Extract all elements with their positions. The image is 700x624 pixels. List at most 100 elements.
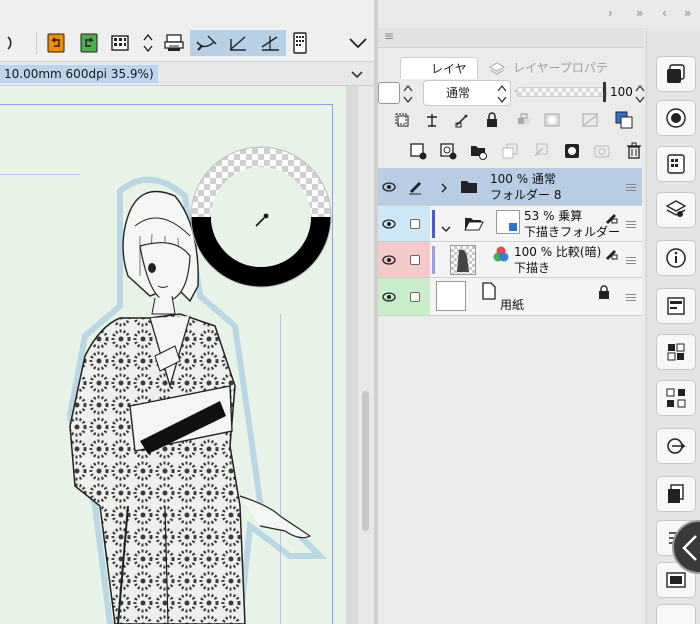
edit-target-icon[interactable]	[400, 168, 430, 205]
visibility-eye-icon[interactable]	[378, 278, 400, 315]
ruler-range-icon[interactable]	[582, 110, 602, 130]
stepper-icon[interactable]	[496, 82, 508, 110]
layer-row-folder-8[interactable]: 100 % 通常 フォルダー 8	[378, 168, 642, 206]
chevron-down-icon[interactable]	[440, 218, 452, 237]
edit-target-checkbox[interactable]	[400, 278, 430, 315]
layer-search-icon[interactable]	[656, 192, 696, 228]
paper-icon	[482, 282, 496, 304]
lock-icon[interactable]	[598, 284, 610, 303]
folder-open-icon	[464, 215, 484, 235]
canvas-vertical-scrollbar[interactable]	[358, 86, 374, 624]
stepper-icon[interactable]	[136, 30, 160, 56]
rotate-handle-icon[interactable]	[0, 30, 24, 56]
expand-double-icon[interactable]: »	[684, 6, 691, 20]
reference-layer-icon[interactable]	[422, 110, 442, 130]
layer-panel	[378, 28, 644, 624]
layer-name: 下描き	[514, 261, 551, 275]
item-bank-icon[interactable]	[656, 288, 696, 324]
chevron-right-icon[interactable]	[440, 179, 448, 198]
clip-layer-icon[interactable]	[392, 110, 412, 130]
layer-row-draft[interactable]: 100 % 比較(暗) 下描き	[378, 242, 642, 278]
undo-icon[interactable]	[44, 30, 68, 56]
layer-color-bar	[432, 210, 435, 238]
sub-view-icon[interactable]	[656, 100, 696, 136]
visibility-eye-icon[interactable]	[378, 168, 400, 205]
opacity-value[interactable]: 100	[610, 82, 636, 102]
print-icon[interactable]	[162, 30, 186, 56]
merge-lower-icon[interactable]	[530, 141, 550, 161]
opacity-slider-handle[interactable]	[603, 82, 606, 102]
layer-thumbnail	[450, 245, 476, 275]
transfer-lower-icon[interactable]	[500, 141, 520, 161]
layer-color-icon[interactable]	[614, 110, 634, 130]
new-vector-layer-icon[interactable]	[438, 141, 458, 161]
toolbar-separator	[36, 32, 37, 54]
visibility-eye-icon[interactable]	[378, 206, 400, 241]
color-picker-ring[interactable]	[186, 142, 336, 292]
canvas-area[interactable]	[0, 86, 374, 624]
collapse-right-icon[interactable]: ›	[608, 6, 613, 20]
drag-handle-icon[interactable]	[626, 182, 636, 193]
chevron-down-icon[interactable]	[350, 66, 364, 85]
delete-layer-icon[interactable]	[624, 141, 644, 161]
layer-name: フォルダー 8	[490, 188, 562, 202]
document-title[interactable]: 10.00mm 600dpi 35.9%)	[0, 65, 158, 83]
ruler-snap-icon[interactable]	[190, 30, 222, 56]
mask-icon[interactable]	[544, 110, 564, 130]
panel-header-strip: › » ‹ »	[378, 0, 700, 28]
stepper-icon[interactable]	[402, 82, 414, 110]
layer-icon[interactable]	[656, 476, 696, 512]
layer-panel-header: ≡	[378, 28, 644, 48]
edit-target-checkbox[interactable]	[400, 206, 430, 241]
drag-handle-icon[interactable]	[626, 292, 636, 303]
grid-icon[interactable]	[108, 30, 132, 56]
material-icon[interactable]	[656, 334, 696, 370]
layer-row-paper[interactable]: 用紙	[378, 278, 642, 316]
grid-snap-icon[interactable]	[254, 30, 286, 56]
canvas-paper[interactable]	[0, 86, 346, 624]
navigator-icon[interactable]	[656, 56, 696, 92]
layer-mask-icon[interactable]	[562, 141, 582, 161]
tab-layer[interactable]: レイヤー	[400, 57, 478, 98]
collapse-left-icon[interactable]: ‹	[662, 6, 667, 20]
auto-action-icon[interactable]	[656, 380, 696, 416]
drag-handle-icon[interactable]	[626, 255, 636, 266]
panel-menu-icon[interactable]: ≡	[384, 29, 394, 43]
drag-handle-icon[interactable]	[626, 219, 636, 230]
app-window: 10.00mm 600dpi 35.9%) › » ‹ » ≡ レイヤ レイヤー…	[0, 0, 700, 624]
apply-mask-icon[interactable]	[592, 141, 612, 161]
connect-icon[interactable]	[656, 428, 696, 464]
command-bar	[0, 0, 374, 62]
layer-percent-mode: 100 % 通常	[490, 172, 556, 186]
device-icon[interactable]	[288, 30, 312, 56]
visibility-eye-icon[interactable]	[378, 242, 400, 277]
new-folder-icon[interactable]	[468, 141, 488, 161]
folder-icon	[460, 178, 478, 198]
opacity-slider[interactable]	[517, 87, 607, 97]
info-icon[interactable]	[656, 240, 696, 276]
layer-thumbnail	[496, 210, 520, 234]
special-ruler-snap-icon[interactable]	[222, 30, 254, 56]
draft-layer-icon[interactable]	[452, 110, 472, 130]
collapse-double-right-icon[interactable]: »	[636, 6, 643, 20]
extra-dock-icon[interactable]	[656, 604, 696, 624]
redo-icon[interactable]	[77, 30, 101, 56]
layer-percent-mode: 53 % 乗算	[524, 209, 583, 223]
scrollbar-thumb[interactable]	[362, 391, 369, 531]
lock-icon[interactable]	[482, 110, 502, 130]
new-raster-layer-icon[interactable]	[408, 141, 428, 161]
blend-mode-value: 通常	[446, 86, 471, 100]
stepper-icon[interactable]	[634, 82, 646, 110]
color-mode-icon	[492, 245, 510, 267]
layer-properties-icon[interactable]	[656, 146, 696, 182]
lock-transparent-icon[interactable]	[514, 110, 534, 130]
layer-row-draft-folder[interactable]: 53 % 乗算 下描きフォルダー	[378, 206, 642, 242]
layer-color-bar	[432, 246, 435, 274]
edit-target-checkbox[interactable]	[400, 242, 430, 277]
layer-color-swatch[interactable]	[378, 82, 400, 104]
layer-percent-mode: 100 % 比較(暗)	[514, 245, 602, 259]
draft-layer-icon	[604, 209, 618, 228]
draft-layer-icon	[604, 245, 618, 264]
menu-chevron-icon[interactable]	[346, 30, 370, 56]
tab-layer-properties[interactable]: レイヤープロパティ	[481, 57, 613, 97]
